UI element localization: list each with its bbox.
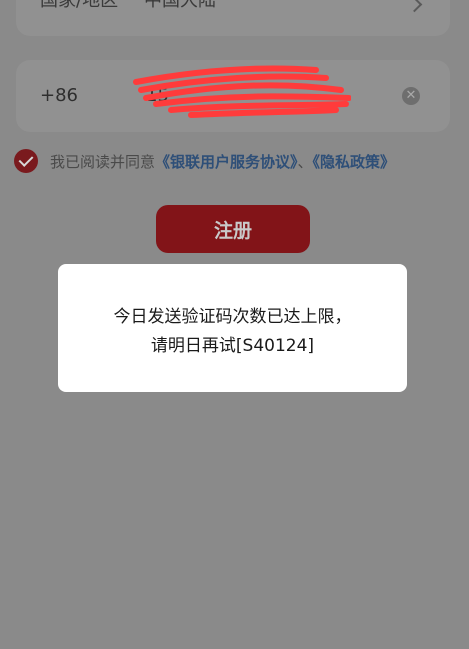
user-agreement-link[interactable]: 《银联用户服务协议》 xyxy=(155,153,298,171)
register-button[interactable]: 注册 xyxy=(156,205,310,253)
dialog-message-line2: 请明日再试[S40124] xyxy=(150,336,315,356)
redaction-scribble xyxy=(133,65,351,118)
country-code[interactable]: +86 xyxy=(40,85,78,106)
region-card[interactable]: 国家/地区 中国大陆 xyxy=(16,0,450,36)
phone-card[interactable]: +86 15 ✕ xyxy=(16,60,450,132)
region-label: 国家/地区 xyxy=(40,0,119,11)
check-icon[interactable] xyxy=(14,149,38,173)
region-value: 中国大陆 xyxy=(144,0,216,11)
link-separator: 、 xyxy=(297,152,313,171)
chevron-right-icon xyxy=(406,0,423,13)
agreement-prefix: 我已阅读并同意 xyxy=(50,152,156,171)
clear-icon[interactable]: ✕ xyxy=(402,87,420,105)
agreement-text: 我已阅读并同意《银联用户服务协议》、《隐私政策》 xyxy=(50,151,395,172)
agreement-row: 我已阅读并同意《银联用户服务协议》、《隐私政策》 xyxy=(14,149,469,173)
error-dialog: 今日发送验证码次数已达上限， 请明日再试[S40124] xyxy=(58,264,407,392)
privacy-policy-link[interactable]: 《隐私政策》 xyxy=(313,153,396,171)
dialog-message-line1: 今日发送验证码次数已达上限， xyxy=(113,307,352,327)
